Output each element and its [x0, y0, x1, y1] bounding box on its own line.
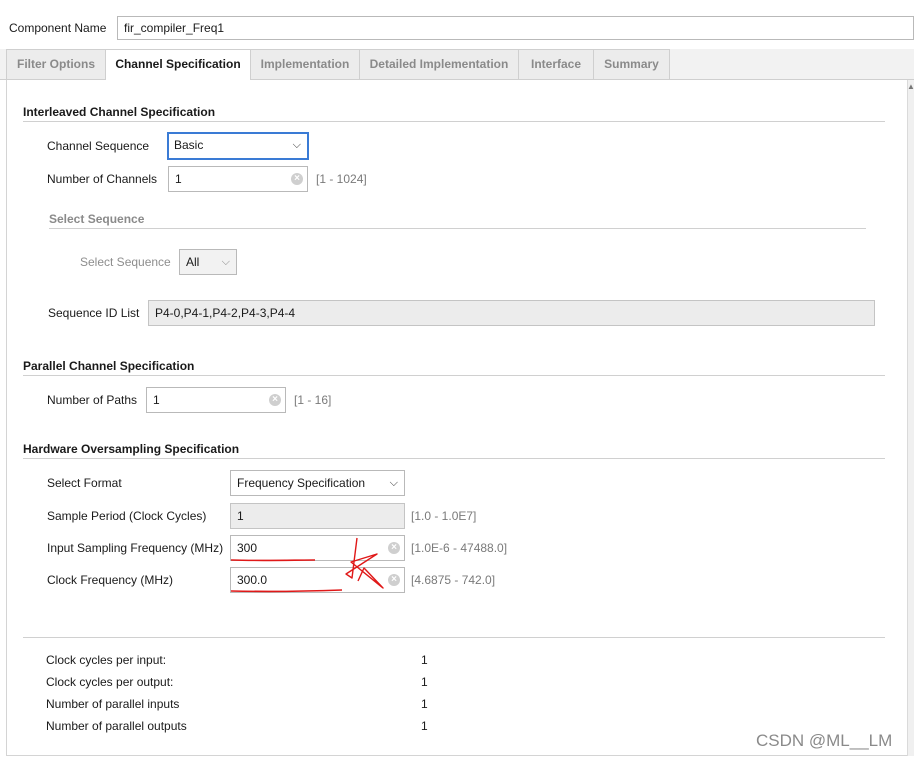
num-paths-range: [1 - 16] [294, 393, 332, 407]
summary-label: Number of parallel outputs [46, 719, 187, 733]
num-channels-input[interactable]: 1 × [168, 166, 308, 192]
summary-value: 1 [421, 653, 428, 667]
sequence-id-list-field: P4-0,P4-1,P4-2,P4-3,P4-4 [148, 300, 875, 326]
select-format-label: Select Format [47, 476, 122, 490]
component-name-label: Component Name [9, 21, 107, 35]
channel-sequence-label: Channel Sequence [47, 139, 150, 153]
channel-sequence-select[interactable]: Basic ⌵ [167, 132, 309, 160]
component-name-input[interactable]: fir_compiler_Freq1 [117, 16, 914, 40]
interleaved-section-title: Interleaved Channel Specification [23, 105, 216, 119]
tab-interface[interactable]: Interface [518, 49, 594, 79]
summary-label: Clock cycles per input: [46, 653, 167, 667]
chevron-down-icon: ⌵ [292, 139, 301, 151]
summary-label: Clock cycles per output: [46, 675, 174, 689]
select-sequence-value: All [186, 255, 200, 269]
tab-implementation[interactable]: Implementation [250, 49, 360, 79]
star-icon [345, 537, 384, 589]
sample-period-range: [1.0 - 1.0E7] [411, 509, 477, 523]
select-sequence-select[interactable]: All ⌵ [179, 249, 237, 275]
clock-freq-range: [4.6875 - 742.0] [411, 573, 496, 587]
select-format-value: Frequency Specification [237, 476, 366, 490]
input-freq-label: Input Sampling Frequency (MHz) [47, 541, 224, 555]
parallel-section-title: Parallel Channel Specification [23, 359, 195, 373]
summary-value: 1 [421, 719, 428, 733]
clear-icon[interactable]: × [291, 173, 303, 185]
divider [23, 458, 885, 459]
divider [49, 228, 866, 229]
select-format-select[interactable]: Frequency Specification ⌵ [230, 470, 405, 496]
vertical-scrollbar[interactable] [907, 80, 914, 756]
clear-icon[interactable]: × [269, 394, 281, 406]
underline-clock-freq [230, 589, 343, 593]
summary-label: Number of parallel inputs [46, 697, 180, 711]
sample-period-label: Sample Period (Clock Cycles) [47, 509, 207, 523]
sample-period-field: 1 [230, 503, 405, 529]
tab-detailed-implementation[interactable]: Detailed Implementation [359, 49, 519, 79]
divider [23, 637, 885, 638]
select-sequence-label: Select Sequence [80, 255, 171, 269]
red-annotation-marks [230, 537, 384, 593]
hardware-section-title: Hardware Oversampling Specification [23, 442, 240, 456]
clock-freq-label: Clock Frequency (MHz) [47, 573, 174, 587]
channel-sequence-value: Basic [174, 138, 204, 152]
watermark: CSDN @ML__LM [756, 731, 893, 750]
summary-value: 1 [421, 675, 428, 689]
tab-filter-options[interactable]: Filter Options [6, 49, 106, 79]
select-sequence-group-title: Select Sequence [49, 212, 145, 226]
num-channels-label: Number of Channels [47, 172, 158, 186]
divider [23, 121, 885, 122]
num-paths-label: Number of Paths [47, 393, 138, 407]
num-paths-input[interactable]: 1 × [146, 387, 286, 413]
tab-summary[interactable]: Summary [593, 49, 670, 79]
num-channels-value: 1 [175, 172, 182, 186]
chevron-down-icon: ⌵ [221, 256, 230, 268]
summary-value: 1 [421, 697, 428, 711]
sequence-id-list-label: Sequence ID List [48, 306, 140, 320]
num-paths-value: 1 [153, 393, 160, 407]
divider [23, 375, 885, 376]
num-channels-range: [1 - 1024] [316, 172, 367, 186]
input-freq-range: [1.0E-6 - 47488.0] [411, 541, 508, 555]
chevron-down-icon: ⌵ [389, 477, 398, 489]
tab-channel-specification[interactable]: Channel Specification [105, 49, 251, 80]
scroll-up-icon[interactable]: ▲ [907, 82, 914, 92]
